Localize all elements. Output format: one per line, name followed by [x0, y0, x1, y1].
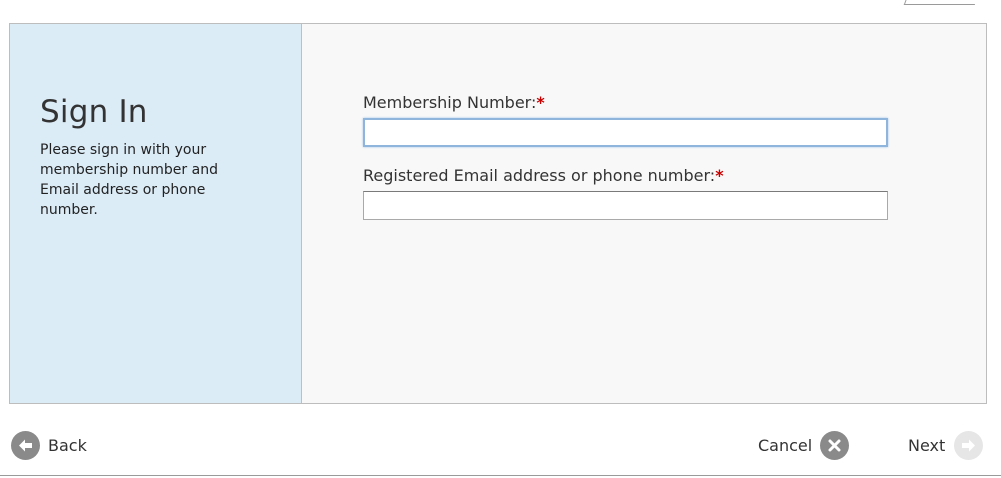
bottom-divider — [0, 475, 1001, 476]
page-title: Sign In — [40, 94, 148, 130]
membership-number-label: Membership Number:* — [363, 93, 545, 112]
membership-number-label-text: Membership Number: — [363, 93, 537, 112]
required-marker: * — [536, 93, 545, 112]
close-circle-icon — [820, 430, 850, 460]
next-button[interactable]: Next — [908, 430, 984, 460]
arrow-right-circle-icon — [954, 430, 984, 460]
contact-label: Registered Email address or phone number… — [363, 166, 724, 185]
sign-in-sidebar: Sign In Please sign in with your members… — [10, 24, 302, 403]
next-button-label: Next — [908, 435, 946, 455]
cancel-button[interactable]: Cancel — [758, 430, 850, 460]
membership-number-input[interactable] — [363, 118, 888, 147]
contact-label-text: Registered Email address or phone number… — [363, 166, 716, 185]
sign-in-instructions: Please sign in with your membership numb… — [40, 142, 218, 218]
arrow-left-circle-icon — [11, 430, 40, 460]
back-button-label: Back — [48, 435, 87, 455]
back-button[interactable]: Back — [11, 430, 87, 460]
email-or-phone-input[interactable] — [363, 191, 888, 220]
required-marker: * — [715, 166, 724, 185]
corner-decoration — [903, 0, 978, 5]
cancel-button-label: Cancel — [758, 435, 813, 455]
